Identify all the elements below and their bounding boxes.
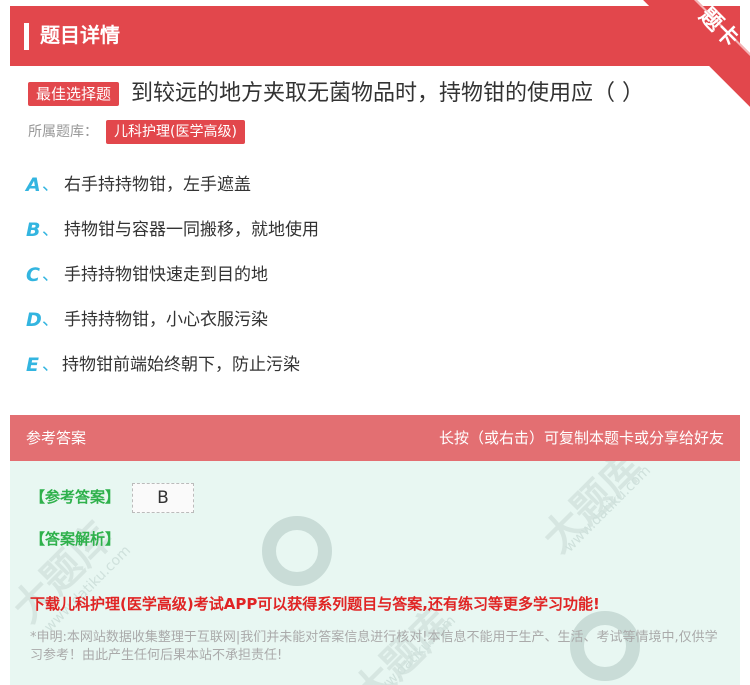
option-a[interactable]: A 、 右手持持物钳，左手遮盖: [26, 170, 726, 200]
option-letter: D: [26, 309, 42, 331]
option-b[interactable]: B 、 持物钳与容器一同搬移，就地使用: [26, 215, 726, 245]
answer-label: 【参考答案】: [30, 488, 121, 506]
answer-section-header: 参考答案 长按（或右击）可复制本题卡或分享给好友: [10, 415, 740, 461]
download-app-link[interactable]: 下载儿科护理(医学高级)考试APP可以获得系列题目与答案,还有练习等更多学习功能…: [30, 593, 600, 615]
share-hint: 长按（或右击）可复制本题卡或分享给好友: [438, 429, 724, 447]
answer-section-body: 大题库 www.datiku.com 大题库 www.datiku.com 大题…: [10, 461, 740, 685]
option-text: 手持持物钳快速走到目的地: [64, 265, 268, 285]
option-c[interactable]: C 、 手持持物钳快速走到目的地: [26, 260, 726, 290]
question-type-tag: 最佳选择题: [28, 82, 120, 106]
option-letter: E: [26, 354, 39, 376]
disclaimer-text: *申明:本网站数据收集整理于互联网|我们并未能对答案信息进行核对!本信息不能用于…: [30, 630, 718, 663]
question-header: 题目详情: [10, 6, 740, 66]
question-text: 到较远的地方夹取无菌物品时，持物钳的使用应（ ）: [131, 81, 644, 106]
question-bank-label: 所属题库：: [28, 124, 98, 140]
option-text: 持物钳与容器一同搬移，就地使用: [64, 220, 319, 240]
option-letter: C: [26, 264, 40, 286]
option-letter: A: [26, 174, 41, 196]
option-d[interactable]: D 、 手持持物钳，小心衣服污染: [26, 305, 726, 335]
option-separator: 、: [42, 175, 59, 195]
option-letter: B: [26, 219, 41, 241]
option-separator: 、: [42, 265, 59, 285]
option-text: 持物钳前端始终朝下，防止污染: [62, 355, 300, 375]
question-bank-link[interactable]: 儿科护理(医学高级): [106, 120, 245, 144]
option-text: 手持持物钳，小心衣服污染: [64, 310, 268, 330]
option-separator: 、: [42, 355, 59, 375]
option-e[interactable]: E 、 持物钳前端始终朝下，防止污染: [26, 350, 726, 380]
option-text: 右手持持物钳，左手遮盖: [64, 175, 251, 195]
header-title: 题目详情: [40, 23, 120, 47]
header-accent-bar: [24, 23, 29, 50]
answer-value: B: [132, 483, 194, 513]
option-separator: 、: [42, 310, 59, 330]
option-separator: 、: [42, 220, 59, 240]
analysis-label: 【答案解析】: [30, 530, 121, 548]
watermark-logo-icon: [262, 516, 332, 586]
answer-section-title: 参考答案: [26, 429, 87, 447]
